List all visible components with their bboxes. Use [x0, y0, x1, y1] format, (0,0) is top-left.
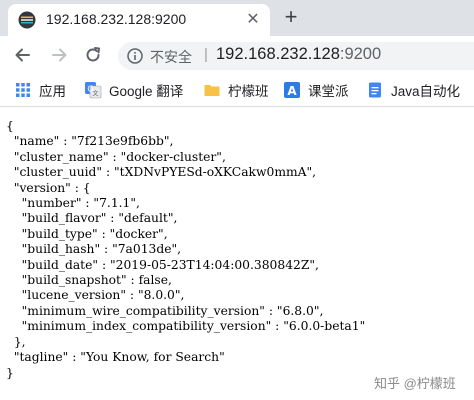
close-icon[interactable]: ✕	[244, 11, 262, 29]
info-circle-icon[interactable]	[127, 48, 143, 64]
bookmark-apps[interactable]: 应用	[14, 80, 70, 100]
bookmark-google-translate[interactable]: G 文 Google 翻译	[84, 80, 188, 100]
ketangpai-icon: A	[284, 82, 300, 98]
apps-grid-icon	[16, 83, 30, 97]
address-bar[interactable]: 不安全 | 192.168.232.128:9200	[118, 42, 474, 70]
reload-icon[interactable]	[82, 44, 104, 66]
folder-icon	[204, 85, 220, 96]
url-text[interactable]: 192.168.232.128:9200	[216, 45, 381, 64]
arrow-right-icon[interactable]	[48, 44, 70, 66]
active-tab[interactable]: 192.168.232.128:9200 ✕	[8, 4, 270, 36]
bookmark-ketangpai[interactable]: A 课堂派	[283, 80, 353, 100]
doc-icon	[369, 82, 381, 98]
tab-strip: 192.168.232.128:9200 ✕ +	[0, 0, 474, 36]
omnibox-separator: |	[204, 46, 208, 63]
bookmark-label: 应用	[39, 84, 66, 99]
tab-title: 192.168.232.128:9200	[46, 11, 187, 27]
url-host: 192.168.232.128	[216, 45, 340, 63]
url-port: :9200	[339, 45, 382, 63]
bookmark-label: Google 翻译	[109, 84, 184, 99]
elasticsearch-icon	[18, 11, 36, 29]
bookmark-java-automation[interactable]: Java自动化	[366, 80, 466, 100]
page-content: { "name" : "7f213e9fb6bb", "cluster_name…	[0, 107, 474, 400]
watermark: 知乎 @柠檬班	[374, 376, 456, 391]
not-secure-label: 不安全	[150, 49, 192, 65]
bookmarks-bar: 应用 G 文 Google 翻译 柠檬班 A 课堂派 Java自动化	[0, 74, 474, 107]
svg-text:文: 文	[92, 90, 98, 98]
new-tab-button[interactable]: +	[280, 6, 302, 28]
bookmark-label: Java自动化	[391, 84, 461, 99]
bookmark-label: 柠檬班	[228, 84, 269, 99]
bookmark-lemon-class[interactable]: 柠檬班	[203, 80, 271, 100]
arrow-left-icon[interactable]	[12, 44, 34, 66]
google-translate-icon: G 文	[85, 82, 102, 99]
bookmark-label: 课堂派	[308, 84, 349, 99]
json-response: { "name" : "7f213e9fb6bb", "cluster_name…	[6, 119, 366, 380]
svg-text:A: A	[287, 84, 297, 98]
